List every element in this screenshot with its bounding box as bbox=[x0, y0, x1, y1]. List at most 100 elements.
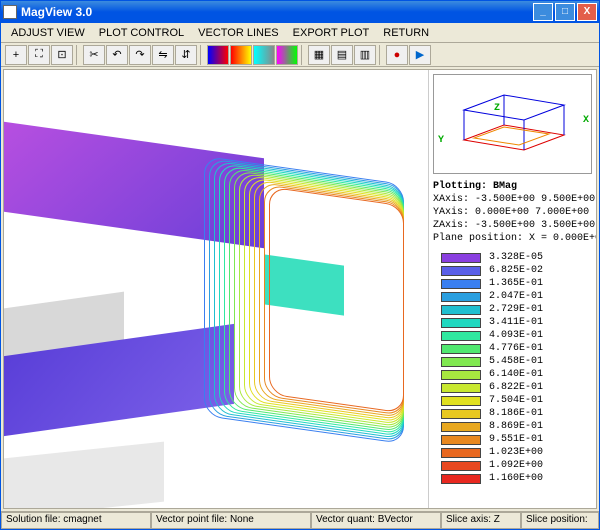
orientation-cube[interactable]: X Y Z bbox=[433, 74, 592, 174]
plotting-value: BMag bbox=[493, 181, 517, 192]
export-b-icon[interactable]: ▤ bbox=[331, 45, 353, 65]
plane-label: Plane position: bbox=[433, 233, 523, 244]
legend-swatch bbox=[441, 383, 481, 393]
play-icon[interactable]: ▶ bbox=[409, 45, 431, 65]
export-a-icon[interactable]: ▦ bbox=[308, 45, 330, 65]
menu-plot-control[interactable]: PLOT CONTROL bbox=[93, 25, 190, 41]
minimize-button[interactable]: _ bbox=[533, 3, 553, 21]
legend-value: 5.458E-01 bbox=[489, 356, 543, 367]
legend-row: 4.093E-01 bbox=[433, 329, 592, 342]
legend-value: 1.160E+00 bbox=[489, 473, 543, 484]
palette-c-icon[interactable] bbox=[253, 45, 275, 65]
menu-return[interactable]: RETURN bbox=[377, 25, 435, 41]
legend-value: 1.365E-01 bbox=[489, 278, 543, 289]
legend-value: 2.047E-01 bbox=[489, 291, 543, 302]
record-icon[interactable]: ● bbox=[386, 45, 408, 65]
legend-row: 1.092E+00 bbox=[433, 459, 592, 472]
toolbar-separator bbox=[301, 45, 305, 65]
zaxis-max: 3.500E+00 bbox=[541, 220, 595, 231]
legend-swatch bbox=[441, 435, 481, 445]
legend-row: 9.551E-01 bbox=[433, 433, 592, 446]
legend-value: 9.551E-01 bbox=[489, 434, 543, 445]
legend-value: 8.869E-01 bbox=[489, 421, 543, 432]
xaxis-label: XAxis: bbox=[433, 194, 469, 205]
status-vquant: Vector quant: BVector bbox=[311, 512, 441, 529]
toolbar-separator bbox=[379, 45, 383, 65]
crosshair-icon[interactable]: + bbox=[5, 45, 27, 65]
legend-value: 8.186E-01 bbox=[489, 408, 543, 419]
legend-row: 1.160E+00 bbox=[433, 472, 592, 485]
legend-swatch bbox=[441, 409, 481, 419]
yaxis-max: 7.000E+00 bbox=[535, 207, 589, 218]
legend-swatch bbox=[441, 253, 481, 263]
legend-swatch bbox=[441, 305, 481, 315]
legend-value: 1.092E+00 bbox=[489, 460, 543, 471]
zaxis-label: ZAxis: bbox=[433, 220, 469, 231]
status-sliceaxis: Slice axis: Z bbox=[441, 512, 521, 529]
legend-value: 4.093E-01 bbox=[489, 330, 543, 341]
app-icon bbox=[3, 5, 17, 19]
legend-value: 2.729E-01 bbox=[489, 304, 543, 315]
legend-swatch bbox=[441, 318, 481, 328]
title-bar[interactable]: MagView 3.0 _ □ X bbox=[1, 1, 599, 23]
flip-h-icon[interactable]: ⇋ bbox=[152, 45, 174, 65]
legend-value: 7.504E-01 bbox=[489, 395, 543, 406]
palette-a-icon[interactable] bbox=[207, 45, 229, 65]
legend-row: 6.140E-01 bbox=[433, 368, 592, 381]
toolbar-separator bbox=[76, 45, 80, 65]
content-area: X Y Z Plotting: BMag XAxis: -3.500E+00 9… bbox=[3, 69, 597, 509]
yaxis-label: YAxis: bbox=[433, 207, 469, 218]
3d-scene bbox=[4, 70, 428, 508]
status-vpoint: Vector point file: None bbox=[151, 512, 311, 529]
flip-v-icon[interactable]: ⇵ bbox=[175, 45, 197, 65]
legend-value: 3.328E-05 bbox=[489, 252, 543, 263]
axis-y-label: Y bbox=[438, 135, 444, 146]
menu-export-plot[interactable]: EXPORT PLOT bbox=[287, 25, 376, 41]
legend-value: 4.776E-01 bbox=[489, 343, 543, 354]
yoke-floor bbox=[4, 442, 164, 508]
legend-value: 6.825E-02 bbox=[489, 265, 543, 276]
legend-swatch bbox=[441, 422, 481, 432]
zaxis-min: -3.500E+00 bbox=[475, 220, 535, 231]
expand-icon[interactable]: ⛶ bbox=[28, 45, 50, 65]
legend-swatch bbox=[441, 344, 481, 354]
menu-vector-lines[interactable]: VECTOR LINES bbox=[192, 25, 285, 41]
menu-bar: ADJUST VIEW PLOT CONTROL VECTOR LINES EX… bbox=[1, 23, 599, 43]
contract-icon[interactable]: ⊡ bbox=[51, 45, 73, 65]
xaxis-min: -3.500E+00 bbox=[475, 194, 535, 205]
toolbar: + ⛶ ⊡ ✂ ↶ ↷ ⇋ ⇵ ▦ ▤ ▥ ● ▶ bbox=[1, 43, 599, 67]
legend-value: 1.023E+00 bbox=[489, 447, 543, 458]
scissors-icon[interactable]: ✂ bbox=[83, 45, 105, 65]
xaxis-max: 9.500E+00 bbox=[541, 194, 595, 205]
rotate-right-icon[interactable]: ↷ bbox=[129, 45, 151, 65]
legend-row: 1.023E+00 bbox=[433, 446, 592, 459]
menu-adjust-view[interactable]: ADJUST VIEW bbox=[5, 25, 91, 41]
palette-b-icon[interactable] bbox=[230, 45, 252, 65]
yaxis-min: 0.000E+00 bbox=[475, 207, 529, 218]
toolbar-separator bbox=[200, 45, 204, 65]
plane-value: X = 0.000E+00 bbox=[529, 233, 597, 244]
window-buttons: _ □ X bbox=[533, 3, 597, 21]
maximize-button[interactable]: □ bbox=[555, 3, 575, 21]
legend-row: 7.504E-01 bbox=[433, 394, 592, 407]
status-solution: Solution file: cmagnet bbox=[1, 512, 151, 529]
export-c-icon[interactable]: ▥ bbox=[354, 45, 376, 65]
legend-swatch bbox=[441, 357, 481, 367]
legend-swatch bbox=[441, 461, 481, 471]
legend-row: 8.869E-01 bbox=[433, 420, 592, 433]
close-button[interactable]: X bbox=[577, 3, 597, 21]
palette-d-icon[interactable] bbox=[276, 45, 298, 65]
legend-value: 6.822E-01 bbox=[489, 382, 543, 393]
legend-swatch bbox=[441, 396, 481, 406]
legend-swatch bbox=[441, 292, 481, 302]
legend-row: 6.825E-02 bbox=[433, 264, 592, 277]
rotate-left-icon[interactable]: ↶ bbox=[106, 45, 128, 65]
status-bar: Solution file: cmagnet Vector point file… bbox=[1, 511, 599, 529]
legend-swatch bbox=[441, 370, 481, 380]
3d-viewport[interactable] bbox=[4, 70, 428, 508]
legend-swatch bbox=[441, 279, 481, 289]
side-panel: X Y Z Plotting: BMag XAxis: -3.500E+00 9… bbox=[428, 70, 596, 508]
app-window: MagView 3.0 _ □ X ADJUST VIEW PLOT CONTR… bbox=[0, 0, 600, 530]
legend-row: 3.411E-01 bbox=[433, 316, 592, 329]
axis-z-label: Z bbox=[494, 103, 500, 114]
